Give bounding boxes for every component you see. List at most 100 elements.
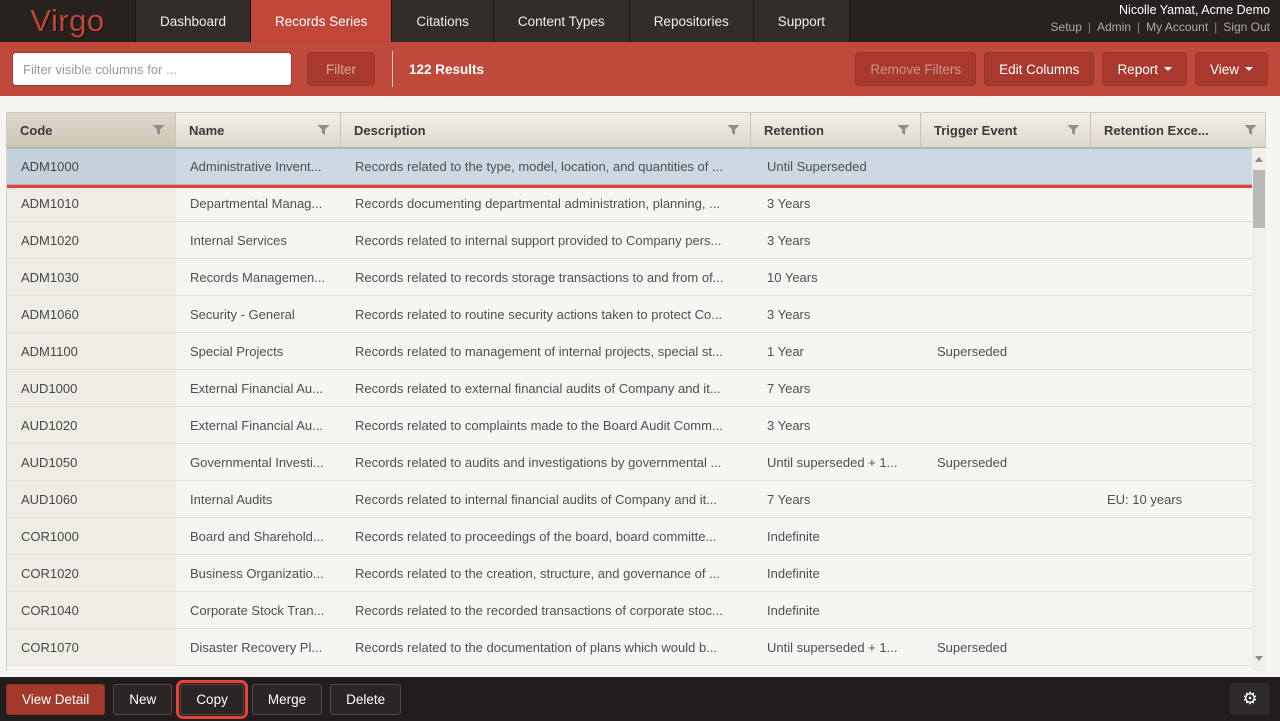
user-info: Nicolle Yamat, Acme Demo Setup|Admin|My … <box>1051 3 1270 34</box>
link-separator: | <box>1214 20 1217 34</box>
cell-retention: 3 Years <box>753 222 923 258</box>
filter-funnel-icon[interactable] <box>727 124 740 136</box>
table-row[interactable]: AUD1000External Financial Au...Records r… <box>7 370 1252 407</box>
my-account-link[interactable]: My Account <box>1146 20 1208 34</box>
cell-retention-exception <box>1093 370 1252 406</box>
sign-out-link[interactable]: Sign Out <box>1223 20 1270 34</box>
toolbar-divider <box>392 51 393 87</box>
scroll-up-arrow-icon[interactable] <box>1252 152 1266 166</box>
cell-description: Records related to external financial au… <box>341 370 753 406</box>
setup-link[interactable]: Setup <box>1051 20 1082 34</box>
cell-trigger-event <box>923 370 1093 406</box>
table-row[interactable]: COR1020Business Organizatio...Records re… <box>7 555 1252 592</box>
cell-trigger-event: Superseded <box>923 444 1093 480</box>
cell-retention-exception <box>1093 185 1252 221</box>
action-footer: View Detail New Copy Merge Delete ⚙ <box>0 677 1280 721</box>
cell-description: Records related to management of interna… <box>341 333 753 369</box>
app-logo[interactable]: Virgo <box>0 0 135 42</box>
merge-button[interactable]: Merge <box>252 684 322 715</box>
report-dropdown-button[interactable]: Report <box>1102 52 1187 86</box>
cell-description: Records related to internal financial au… <box>341 481 753 517</box>
cell-trigger-event <box>923 259 1093 295</box>
nav-tab-repositories[interactable]: Repositories <box>629 0 753 42</box>
table-row[interactable]: ADM1030Records Managemen...Records relat… <box>7 259 1252 296</box>
column-header-description[interactable]: Description <box>341 113 751 147</box>
cell-description: Records related to proceedings of the bo… <box>341 518 753 554</box>
gear-icon: ⚙ <box>1242 689 1257 709</box>
cell-code: AUD1050 <box>7 444 176 480</box>
remove-filters-button[interactable]: Remove Filters <box>855 52 976 86</box>
cell-code: COR1020 <box>7 555 176 591</box>
cell-code: COR1070 <box>7 629 176 665</box>
filter-funnel-icon[interactable] <box>152 124 165 136</box>
table-row[interactable]: ADM1000Administrative Invent...Records r… <box>7 148 1252 185</box>
scrollbar-thumb[interactable] <box>1253 170 1265 228</box>
cell-name: External Financial Au... <box>176 407 341 443</box>
filter-toolbar: Filter 122 Results Remove Filters Edit C… <box>0 42 1280 96</box>
table-row[interactable]: ADM1020Internal ServicesRecords related … <box>7 222 1252 259</box>
filter-funnel-icon[interactable] <box>897 124 910 136</box>
cell-trigger-event: Superseded <box>923 333 1093 369</box>
settings-button[interactable]: ⚙ <box>1230 683 1270 715</box>
filter-input[interactable] <box>12 52 292 86</box>
cell-trigger-event <box>923 518 1093 554</box>
cell-trigger-event <box>923 185 1093 221</box>
column-header-name[interactable]: Name <box>176 113 341 147</box>
vertical-scrollbar[interactable] <box>1252 148 1266 671</box>
table-row[interactable]: AUD1050Governmental Investi...Records re… <box>7 444 1252 481</box>
cell-description: Records related to internal support prov… <box>341 222 753 258</box>
table-row[interactable]: AUD1060Internal AuditsRecords related to… <box>7 481 1252 518</box>
cell-name: Internal Audits <box>176 481 341 517</box>
cell-retention: Indefinite <box>753 555 923 591</box>
nav-tab-dashboard[interactable]: Dashboard <box>135 0 250 42</box>
column-header-retention-exce[interactable]: Retention Exce... <box>1091 113 1267 147</box>
cell-retention: Indefinite <box>753 592 923 628</box>
nav-tab-citations[interactable]: Citations <box>391 0 493 42</box>
admin-link[interactable]: Admin <box>1097 20 1131 34</box>
cell-retention: Until superseded + 1... <box>753 629 923 665</box>
cell-retention: 3 Years <box>753 296 923 332</box>
scroll-down-arrow-icon[interactable] <box>1252 651 1266 665</box>
cell-retention-exception <box>1093 333 1252 369</box>
column-header-code[interactable]: Code <box>7 113 176 147</box>
cell-description: Records related to the type, model, loca… <box>341 149 753 184</box>
new-button[interactable]: New <box>113 684 172 715</box>
column-label: Retention Exce... <box>1104 123 1209 138</box>
nav-tab-records-series[interactable]: Records Series <box>250 0 391 42</box>
caret-down-icon <box>1164 67 1172 71</box>
table-row[interactable]: AUD1020External Financial Au...Records r… <box>7 407 1252 444</box>
cell-description: Records related to the creation, structu… <box>341 555 753 591</box>
cell-retention-exception <box>1093 444 1252 480</box>
cell-retention-exception <box>1093 149 1252 184</box>
nav-tab-content-types[interactable]: Content Types <box>493 0 629 42</box>
cell-code: ADM1030 <box>7 259 176 295</box>
cell-name: Board and Sharehold... <box>176 518 341 554</box>
cell-retention: 7 Years <box>753 481 923 517</box>
edit-columns-button[interactable]: Edit Columns <box>984 52 1094 86</box>
filter-funnel-icon[interactable] <box>1244 124 1257 136</box>
cell-description: Records related to the recorded transact… <box>341 592 753 628</box>
filter-button[interactable]: Filter <box>307 52 375 86</box>
cell-retention-exception <box>1093 407 1252 443</box>
table-row[interactable]: ADM1060Security - GeneralRecords related… <box>7 296 1252 333</box>
view-dropdown-button[interactable]: View <box>1195 52 1268 86</box>
column-header-retention[interactable]: Retention <box>751 113 921 147</box>
view-label: View <box>1210 62 1239 77</box>
cell-code: ADM1010 <box>7 185 176 221</box>
filter-funnel-icon[interactable] <box>1067 124 1080 136</box>
cell-retention-exception <box>1093 259 1252 295</box>
view-detail-button[interactable]: View Detail <box>6 684 105 715</box>
table-row[interactable]: COR1040Corporate Stock Tran...Records re… <box>7 592 1252 629</box>
filter-funnel-icon[interactable] <box>317 124 330 136</box>
table-row[interactable]: COR1000Board and Sharehold...Records rel… <box>7 518 1252 555</box>
top-nav-bar: Virgo DashboardRecords SeriesCitationsCo… <box>0 0 1280 42</box>
cell-name: Business Organizatio... <box>176 555 341 591</box>
copy-button[interactable]: Copy <box>180 684 244 715</box>
nav-tab-support[interactable]: Support <box>753 0 850 42</box>
column-header-trigger-event[interactable]: Trigger Event <box>921 113 1091 147</box>
table-row[interactable]: ADM1010Departmental Manag...Records docu… <box>7 185 1252 222</box>
table-row[interactable]: COR1070Disaster Recovery Pl...Records re… <box>7 629 1252 666</box>
delete-button[interactable]: Delete <box>330 684 401 715</box>
column-label: Name <box>189 123 224 138</box>
table-row[interactable]: ADM1100Special ProjectsRecords related t… <box>7 333 1252 370</box>
